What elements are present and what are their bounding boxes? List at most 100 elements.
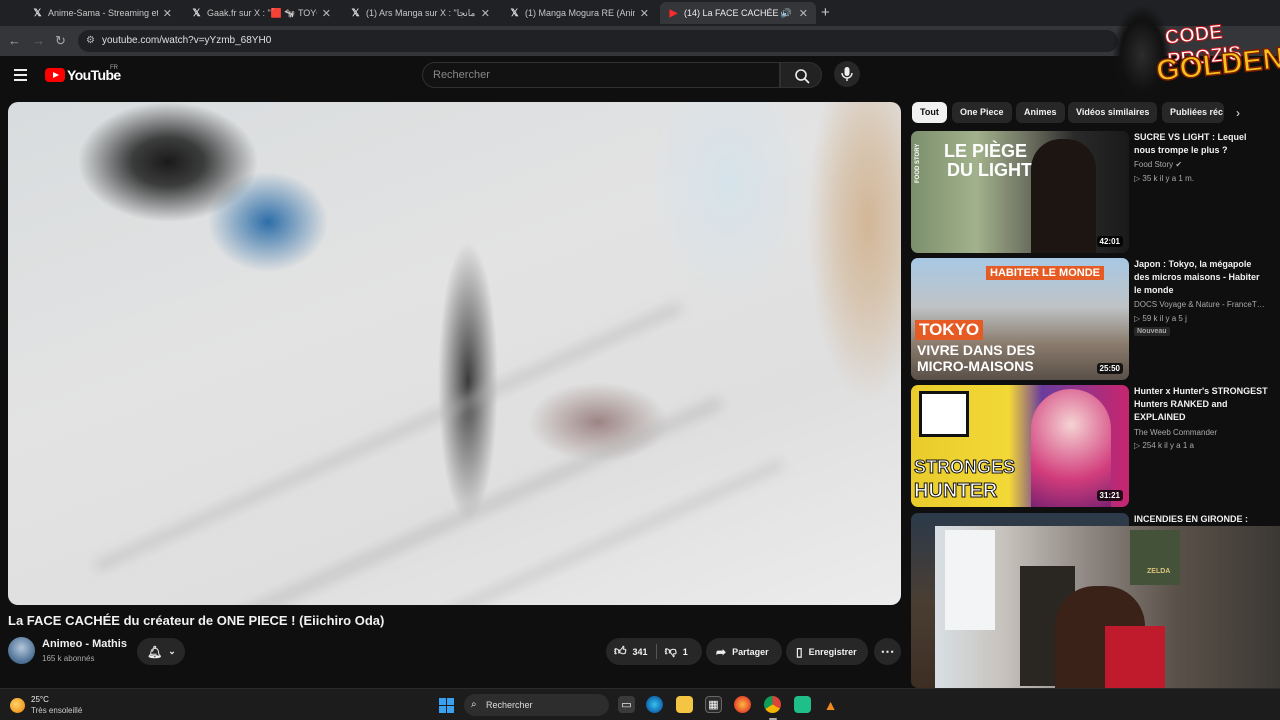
chip-animes[interactable]: Animes [1016, 102, 1065, 123]
share-label: Partager [732, 646, 769, 657]
windows-start-icon[interactable] [439, 698, 454, 713]
forward-icon[interactable]: → [32, 33, 45, 48]
thumbnail-text: STRONGES [913, 457, 1016, 478]
bell-icon: 🔔︎ [147, 644, 163, 659]
youtube-favicon-icon: ▶ [669, 7, 678, 19]
browser-tab-bar: 𝕏 Anime-Sama - Streaming et cat ✕ 𝕏 Gaak… [0, 0, 1280, 26]
dislike-count[interactable]: 1 [683, 647, 688, 657]
recommendation-thumbnail[interactable]: LE PIÈGE DU LIGHT FOOD STORY 42:01 [911, 131, 1129, 253]
browser-tab[interactable]: 𝕏 (1) Manga Mogura RE (Anime & ✕ [501, 2, 657, 24]
recommendation-channel[interactable]: DOCS Voyage & Nature - FranceT… [1134, 300, 1264, 309]
voice-search-button[interactable] [834, 61, 860, 87]
chevron-down-icon: ⌄ [168, 646, 176, 656]
close-tab-icon[interactable]: ✕ [163, 7, 172, 20]
browser-tab[interactable]: 𝕏 Gaak.fr sur X : "🟥 🐄 TOYOTA ✕ [183, 2, 339, 24]
like-dislike-group: 👍︎ 341 👎︎ 1 [606, 638, 702, 665]
close-tab-icon[interactable]: ✕ [481, 7, 490, 20]
bookmark-icon: ▯ [796, 644, 803, 659]
taskbar-search-label: Rechercher [486, 700, 533, 710]
chip-all[interactable]: Tout [912, 102, 947, 123]
chip-similar-videos[interactable]: Vidéos similaires [1068, 102, 1158, 123]
browser-tab-active[interactable]: ▶ (14) La FACE CACHÉE du cré 🔊 ✕ [660, 2, 816, 24]
like-count[interactable]: 341 [633, 647, 648, 657]
thumbnail-text: HABITER LE MONDE [986, 266, 1104, 280]
hunter-license-icon [919, 391, 969, 437]
subscriber-count: 165 k abonnés [42, 654, 95, 663]
recommendation-title[interactable]: INCENDIES EN GIRONDE : [1134, 513, 1269, 526]
thumbnail-text: FOOD STORY [915, 143, 921, 183]
edge-icon[interactable] [646, 696, 663, 713]
search-button[interactable] [780, 62, 822, 88]
recommendation-thumbnail[interactable]: STRONGES HUNTER 31:21 [911, 385, 1129, 507]
thumbnail-text: LE PIÈGE [944, 141, 1028, 161]
reload-icon[interactable]: ↻ [55, 33, 66, 49]
recommendation-meta: ▷ 35 k il y a 1 m. [1134, 174, 1194, 183]
new-tab-button[interactable]: + [821, 4, 830, 21]
weather-description[interactable]: Très ensoleillé [31, 706, 82, 715]
recommendation-title[interactable]: SUCRE VS LIGHT : Lequel nous trompe le p… [1134, 131, 1269, 157]
thumbnail-text: MICRO-MAISONS [917, 358, 1034, 374]
x-favicon-icon: 𝕏 [510, 7, 519, 19]
close-tab-icon[interactable]: ✕ [640, 7, 649, 20]
save-label: Enregistrer [808, 646, 857, 657]
close-tab-icon[interactable]: ✕ [799, 7, 808, 20]
video-duration: 42:01 [1096, 236, 1123, 247]
firefox-icon[interactable] [734, 696, 751, 713]
recommendation-title[interactable]: Hunter x Hunter's STRONGEST Hunters RANK… [1134, 385, 1269, 424]
tab-label: (1) Ars Manga sur X : "مانجا [366, 7, 476, 18]
recommendation-title[interactable]: Japon : Tokyo, la mégapole des micros ma… [1134, 258, 1269, 297]
menu-icon[interactable] [14, 69, 27, 81]
address-bar-row: ← → ↻ ⚙ youtube.com/watch?v=yYzmb_68YH0 [0, 26, 1280, 56]
country-code: FR [110, 65, 118, 71]
temperature[interactable]: 25°C [31, 695, 49, 704]
microphone-icon [841, 67, 853, 81]
share-icon: ➦ [716, 644, 727, 659]
youtube-logo-icon[interactable] [45, 68, 65, 82]
vlc-icon[interactable]: ▲ [822, 696, 839, 713]
new-badge: Nouveau [1134, 327, 1170, 336]
store-icon[interactable]: ▦ [705, 696, 722, 713]
thumbs-down-icon[interactable]: 👎︎ [665, 644, 677, 659]
thumbnail-text: HUNTER [913, 480, 998, 503]
share-button[interactable]: ➦ Partager [706, 638, 782, 665]
site-info-icon[interactable]: ⚙ [86, 30, 95, 52]
promo-logo-overlay: CODE PROZIS GOLDENG [1108, 5, 1280, 105]
recommendation-channel[interactable]: Food Story ✔ [1134, 160, 1264, 169]
webcam-poster [1130, 530, 1180, 585]
back-icon[interactable]: ← [8, 33, 21, 48]
webcam-shirt [1105, 626, 1165, 696]
recommendation-channel[interactable]: The Weeb Commander [1134, 428, 1264, 437]
webcam-overlay: ZELDA [935, 526, 1280, 696]
divider [655, 644, 657, 659]
recommendation-thumbnail[interactable]: HABITER LE MONDE TOKYO VIVRE DANS DES MI… [911, 258, 1129, 380]
file-explorer-icon[interactable] [676, 696, 693, 713]
thumbnail-text: TOKYO [915, 320, 984, 340]
channel-name[interactable]: Animeo - Mathis [42, 638, 127, 650]
chrome-icon[interactable] [764, 696, 781, 713]
recommendation-meta: ▷ 254 k il y a 1 a [1134, 441, 1194, 450]
tab-label: Anime-Sama - Streaming et cat [48, 8, 158, 18]
audio-playing-icon[interactable]: 🔊 [781, 8, 792, 19]
blurred-frame-detail [93, 302, 683, 572]
verified-icon: ✔ [1175, 160, 1183, 169]
tab-label: Gaak.fr sur X : "🟥 🐄 TOYOTA [207, 7, 317, 18]
notifications-button[interactable]: 🔔︎ ⌄ [137, 638, 185, 665]
search-input[interactable]: Rechercher [422, 62, 780, 88]
save-button[interactable]: ▯ Enregistrer [786, 638, 868, 665]
app-icon[interactable] [794, 696, 811, 713]
video-player[interactable] [8, 102, 901, 605]
taskbar-search[interactable]: ⌕ Rechercher [464, 694, 609, 716]
chevron-right-icon[interactable]: › [1236, 106, 1240, 120]
chip-recently-published[interactable]: Publiées réc [1162, 102, 1224, 123]
task-view-icon[interactable]: ▭ [618, 696, 635, 713]
thumbnail-person [1031, 139, 1096, 253]
close-tab-icon[interactable]: ✕ [322, 7, 331, 20]
chip-one-piece[interactable]: One Piece [952, 102, 1012, 123]
browser-tab[interactable]: 𝕏 (1) Ars Manga sur X : "مانجا ✕ [342, 2, 498, 24]
url-field[interactable]: ⚙ youtube.com/watch?v=yYzmb_68YH0 [78, 30, 1118, 52]
sun-icon[interactable] [10, 698, 25, 713]
thumbs-up-icon[interactable]: 👍︎ [614, 644, 627, 659]
more-actions-button[interactable]: ⋯ [874, 638, 901, 665]
browser-tab[interactable]: 𝕏 Anime-Sama - Streaming et cat ✕ [24, 2, 180, 24]
channel-avatar[interactable] [8, 637, 35, 664]
